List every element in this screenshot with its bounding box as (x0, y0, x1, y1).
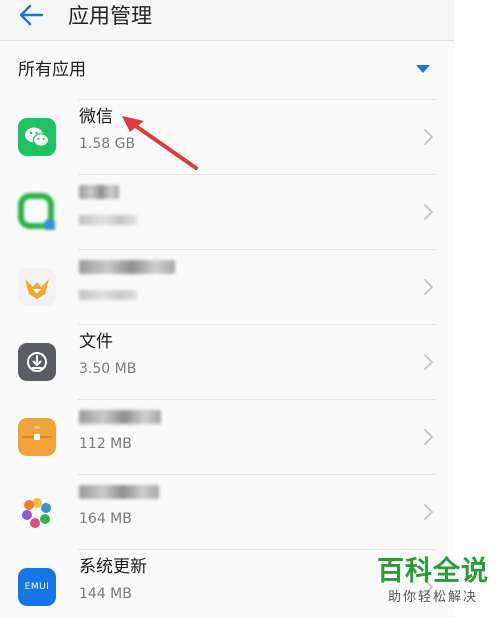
row-divider (78, 174, 436, 175)
app-row-flower[interactable]: 164 MB (0, 474, 454, 549)
chevron-right-icon (420, 428, 436, 446)
title-bar: 应用管理 (0, 0, 454, 40)
emui-icon-text: EMUI (24, 582, 50, 592)
row-divider (78, 399, 436, 400)
watermark-subtitle: 助你轻松解决 (387, 590, 478, 605)
app-filter-dropdown[interactable]: 所有应用 (0, 41, 454, 99)
watermark-logo: 百科全说 助你轻松解决 (372, 556, 494, 612)
chevron-right-icon (420, 128, 436, 146)
blurred-name (79, 260, 175, 274)
app-management-screen: 应用管理 所有应用 微信 1.58 GB 文件 3.50 MB 112 MB 1… (0, 0, 500, 618)
app-size: 144 MB (79, 586, 132, 602)
page-title: 应用管理 (68, 4, 152, 28)
app-row-blurred-2[interactable] (0, 249, 454, 324)
blurred-size (79, 290, 137, 300)
settings-panel: 应用管理 所有应用 微信 1.58 GB 文件 3.50 MB 112 MB 1… (0, 0, 454, 618)
caret-down-icon[interactable] (416, 65, 430, 73)
app-row-files[interactable]: 文件 3.50 MB (0, 324, 454, 399)
chevron-right-icon (420, 503, 436, 521)
flower-app-icon (18, 493, 56, 531)
blurred-name (79, 185, 119, 199)
filter-label: 所有应用 (18, 60, 86, 80)
row-divider (78, 249, 436, 250)
app-size: 112 MB (79, 436, 132, 452)
blurred-app-icon (18, 193, 56, 231)
files-icon (18, 343, 56, 381)
blurred-name (79, 410, 161, 424)
briefcase-icon (18, 418, 56, 456)
app-row-briefcase[interactable]: 112 MB (0, 399, 454, 474)
wechat-icon (18, 118, 56, 156)
emui-icon: EMUI (18, 568, 56, 606)
side-margin (454, 0, 500, 618)
blurred-size (79, 215, 137, 225)
app-list: 微信 1.58 GB 文件 3.50 MB 112 MB 164 MB EMUI… (0, 99, 454, 624)
app-size: 3.50 MB (79, 361, 137, 377)
app-name: 文件 (79, 332, 113, 352)
watermark-title: 百科全说 (377, 556, 489, 587)
app-row-wechat[interactable]: 微信 1.58 GB (0, 99, 454, 174)
chevron-right-icon (420, 353, 436, 371)
red-arrow-annotation (118, 112, 202, 174)
row-divider (78, 549, 436, 550)
row-divider (78, 324, 436, 325)
fox-app-icon (18, 268, 56, 306)
app-size: 164 MB (79, 511, 132, 527)
app-row-blurred-1[interactable] (0, 174, 454, 249)
row-divider (78, 474, 436, 475)
arrow-left-icon[interactable] (14, 2, 50, 34)
app-name: 微信 (79, 107, 113, 127)
blurred-name (79, 485, 159, 499)
app-name: 系统更新 (79, 557, 147, 577)
chevron-right-icon (420, 203, 436, 221)
row-divider (78, 99, 436, 100)
chevron-right-icon (420, 278, 436, 296)
